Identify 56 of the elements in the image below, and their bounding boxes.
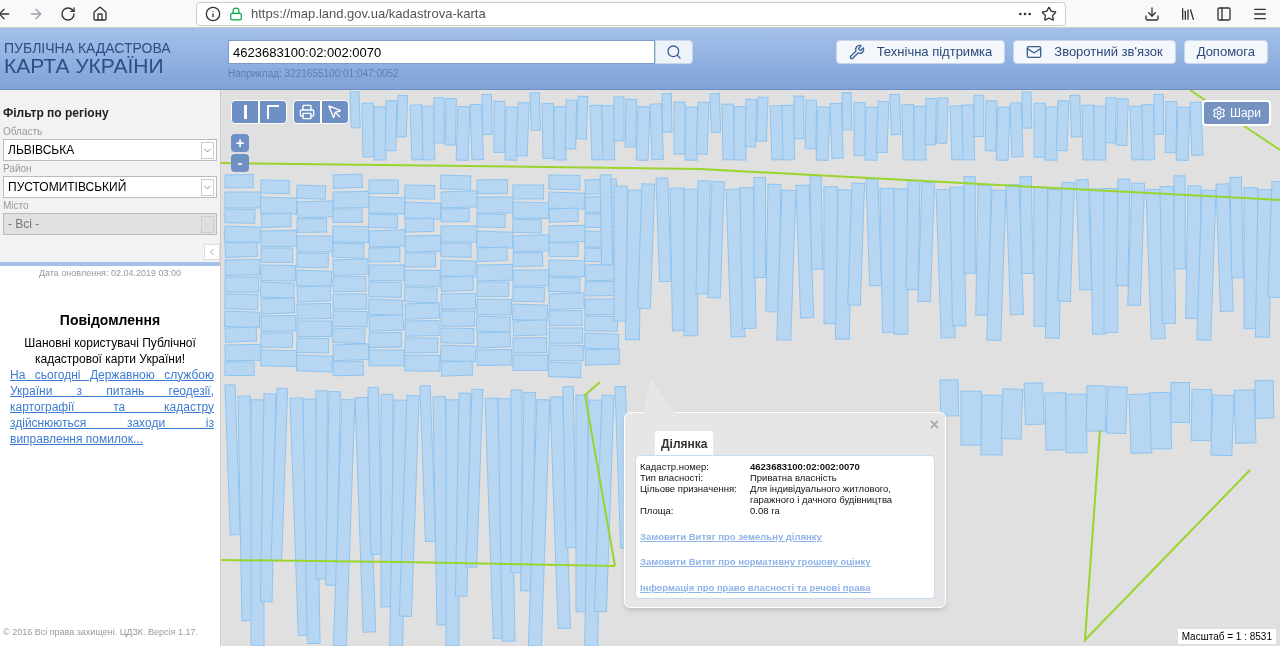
notice-link[interactable]: На сьогодні Державною службою України з питань геодезії, картографії та кадастру здійснюються заходи із виправлення помилок... — [0, 366, 220, 447]
header-button[interactable]: Технічна підтримка — [835, 40, 1006, 64]
search-button[interactable] — [655, 40, 693, 64]
popup-tab[interactable]: Ділянка — [655, 431, 714, 455]
field-value: 4623683100:02:002:0070 — [750, 461, 861, 472]
field-value: Для індивідуального житлового, гаражного і дачного будівництва — [750, 483, 894, 505]
pointer-icon — [327, 104, 343, 120]
zoom-button[interactable]: - — [231, 154, 249, 172]
field-value: 0.08 га — [750, 505, 781, 516]
field-label: Цільове призначення: — [640, 483, 738, 496]
reload-icon[interactable] — [60, 5, 76, 22]
filter-title: Фільтр по регіону — [3, 105, 110, 122]
zoom-button[interactable]: + — [231, 134, 249, 152]
tools-icon — [848, 44, 865, 60]
star-icon[interactable] — [1041, 5, 1057, 22]
dropdown-icon — [201, 215, 214, 233]
header-button[interactable]: Зворотний зв'язок — [1013, 40, 1176, 64]
library-icon[interactable] — [1180, 5, 1196, 22]
sidebar-icon[interactable] — [1216, 5, 1232, 22]
print-button[interactable] — [293, 100, 321, 124]
field-label: Кадастр.номер: — [640, 461, 710, 472]
field-label: Тип власності: — [640, 472, 705, 483]
search-icon — [666, 44, 682, 60]
logo-text: ПУБЛІЧНА КАДАСТРОВА — [4, 41, 172, 55]
header-button[interactable]: Допомога — [1183, 40, 1268, 64]
ruler-icon — [267, 105, 279, 119]
lock-icon — [229, 6, 243, 21]
notice-title: Повідомлення — [58, 310, 162, 330]
mail-icon — [1026, 44, 1043, 60]
dropdown-icon — [201, 141, 214, 159]
filter-label: Місто — [3, 199, 30, 213]
info-icon — [205, 5, 221, 22]
dropdown-icon — [201, 178, 214, 196]
layers-button[interactable]: Шари — [1201, 100, 1271, 126]
address-bar[interactable]: https://map.land.gov.ua/kadastrova-karta — [196, 1, 1066, 26]
download-icon[interactable] — [1144, 5, 1160, 22]
identify-button[interactable] — [321, 100, 349, 124]
update-date: Дата оновлення: 02.04.2019 03:00 — [37, 267, 183, 280]
area-tool-button[interactable] — [259, 100, 287, 124]
ruler-icon — [243, 105, 247, 119]
copyright-text: © 2016 Всі права захищені. ЦДЗК. Версія 1.17. — [2, 626, 199, 639]
scale-label: Масштаб = 1 : 8531 — [1177, 629, 1276, 644]
url-text: https://map.land.gov.ua/kadastrova-karta — [251, 4, 487, 23]
logo-text: КАРТА УКРАЇНИ — [4, 55, 164, 76]
region-select[interactable]: ЛЬВІВСЬКА — [3, 139, 217, 161]
print-icon — [299, 104, 315, 120]
search-field[interactable]: 4623683100:02:002:0070 — [228, 40, 655, 64]
notice-greeting: Шановні користувачі Публічної кадастрової карти України! — [23, 334, 197, 367]
field-value: Приватна власність — [750, 472, 838, 483]
home-icon[interactable] — [92, 5, 108, 22]
filter-label: Район — [3, 162, 33, 176]
settings-icon — [1211, 106, 1226, 120]
measure-tool-button[interactable] — [231, 100, 259, 124]
filter-label: Область — [3, 125, 44, 139]
region-select[interactable]: ПУСТОМИТІВСЬКИЙ — [3, 176, 217, 198]
field-label: Площа: — [640, 505, 675, 516]
